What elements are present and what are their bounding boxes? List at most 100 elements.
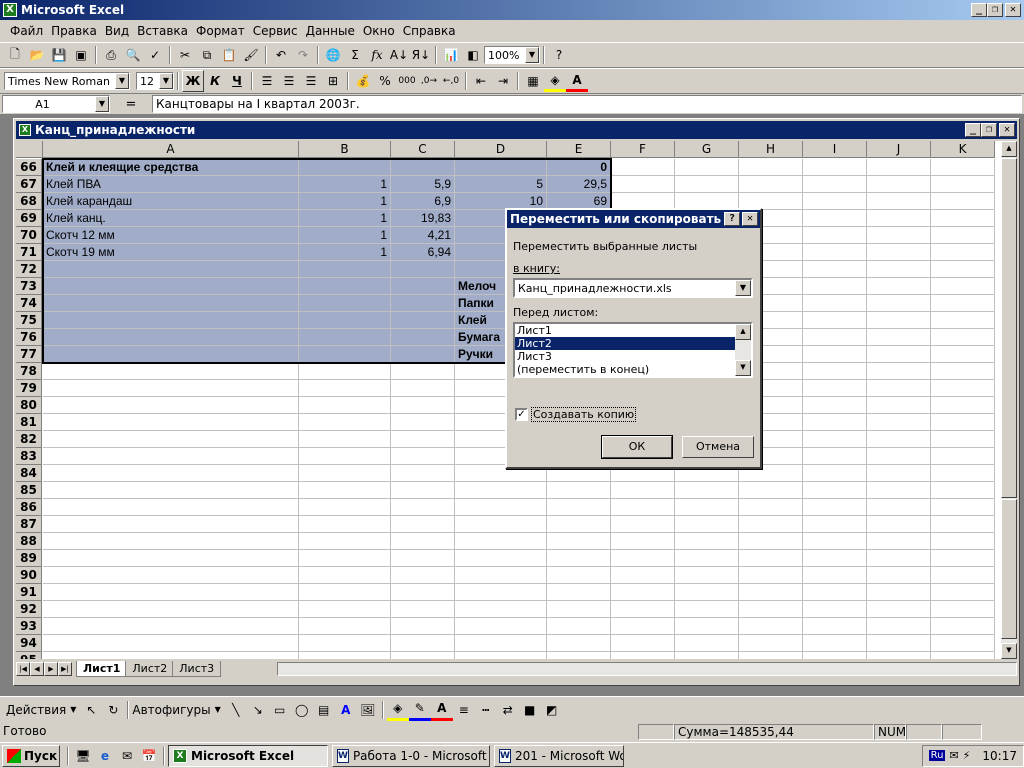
cell[interactable] (803, 567, 867, 584)
cell[interactable]: 5,9 (391, 176, 455, 193)
cell[interactable] (867, 584, 931, 601)
cell[interactable]: Клей и клеящие средства (43, 159, 299, 176)
chevron-down-icon[interactable]: ▼ (525, 47, 539, 63)
cell[interactable] (739, 159, 803, 176)
cut-icon[interactable]: ✂ (174, 44, 196, 66)
cell[interactable] (299, 295, 391, 312)
cell[interactable]: 6,94 (391, 244, 455, 261)
select-pointer-icon[interactable]: ↖ (80, 699, 102, 721)
ie-icon[interactable]: e (94, 745, 116, 767)
before-sheet-list[interactable]: Лист1 Лист2 Лист3 (переместить в конец) ▲ ▼ (513, 322, 753, 378)
cell[interactable] (803, 635, 867, 652)
task-word-1[interactable]: WРабота 1-0 - Microsoft Word (332, 744, 490, 767)
percent-button[interactable]: % (374, 70, 396, 92)
cell[interactable] (867, 482, 931, 499)
increase-decimal-icon[interactable]: ,0→ (418, 70, 440, 92)
column-header-D[interactable]: D (455, 141, 547, 158)
menu-item-1[interactable]: Правка (47, 24, 101, 38)
cell[interactable] (739, 516, 803, 533)
cell[interactable] (455, 618, 547, 635)
cell[interactable] (299, 448, 391, 465)
cell[interactable] (931, 363, 995, 380)
cell[interactable] (299, 431, 391, 448)
cell[interactable] (547, 533, 611, 550)
sheet-list-item[interactable]: Лист3 (515, 350, 735, 363)
cell[interactable] (867, 244, 931, 261)
first-sheet-icon[interactable]: |◀ (16, 662, 30, 676)
open-icon[interactable]: 📂 (26, 44, 48, 66)
arrow-style-icon[interactable]: ⇄ (497, 699, 519, 721)
row-header[interactable]: 76 (16, 329, 42, 346)
cell[interactable] (803, 227, 867, 244)
row-header[interactable]: 82 (16, 431, 42, 448)
underline-button[interactable]: Ч (226, 70, 248, 92)
cell[interactable] (739, 652, 803, 659)
cell[interactable] (931, 397, 995, 414)
cell[interactable] (43, 312, 299, 329)
cell[interactable] (43, 261, 299, 278)
column-header-E[interactable]: E (547, 141, 611, 158)
cell[interactable] (391, 397, 455, 414)
cell[interactable] (299, 261, 391, 278)
cell[interactable] (455, 499, 547, 516)
cell[interactable] (867, 414, 931, 431)
cell[interactable] (299, 278, 391, 295)
column-header-C[interactable]: C (391, 141, 455, 158)
undo-icon[interactable]: ↶ (270, 44, 292, 66)
cell[interactable] (391, 346, 455, 363)
cell[interactable] (931, 193, 995, 210)
cell[interactable] (739, 567, 803, 584)
cell[interactable]: Скотч 19 мм (43, 244, 299, 261)
cell[interactable] (931, 261, 995, 278)
cell[interactable]: 29,5 (547, 176, 611, 193)
cancel-button[interactable]: Отмена (682, 436, 754, 458)
dash-style-icon[interactable]: ┅ (475, 699, 497, 721)
cell[interactable] (739, 635, 803, 652)
task-excel[interactable]: X Microsoft Excel (168, 744, 328, 767)
list-scrollbar[interactable]: ▲ ▼ (735, 324, 751, 376)
cell[interactable] (611, 516, 675, 533)
cell[interactable] (739, 533, 803, 550)
cell[interactable] (299, 533, 391, 550)
cell[interactable] (43, 584, 299, 601)
menu-item-5[interactable]: Сервис (249, 24, 302, 38)
merge-center-icon[interactable]: ⊞ (322, 70, 344, 92)
vertical-scrollbar[interactable]: ▲ ▼ (1001, 141, 1017, 659)
formula-input[interactable]: Канцтовары на I квартал 2003г. (152, 95, 1022, 113)
cell[interactable] (43, 516, 299, 533)
hyperlink-icon[interactable]: 🌐 (322, 44, 344, 66)
name-box[interactable]: A1 ▼ (2, 95, 110, 113)
free-rotate-icon[interactable]: ↻ (102, 699, 124, 721)
cell[interactable] (547, 635, 611, 652)
select-all-corner[interactable] (16, 141, 43, 158)
last-sheet-icon[interactable]: ▶| (58, 662, 72, 676)
language-indicator[interactable]: Ru (928, 750, 946, 761)
column-header-F[interactable]: F (611, 141, 675, 158)
row-header[interactable]: 78 (16, 363, 42, 380)
cell[interactable] (43, 635, 299, 652)
cell[interactable] (931, 635, 995, 652)
cell[interactable] (803, 193, 867, 210)
cell[interactable] (803, 448, 867, 465)
cell[interactable] (391, 516, 455, 533)
cell[interactable] (867, 295, 931, 312)
cell[interactable] (391, 380, 455, 397)
cell[interactable] (675, 584, 739, 601)
row-header[interactable]: 77 (16, 346, 42, 363)
cell[interactable]: 0 (547, 159, 611, 176)
cell[interactable] (803, 363, 867, 380)
cell[interactable] (867, 176, 931, 193)
font-color-icon[interactable]: A (566, 70, 588, 92)
cell[interactable] (43, 618, 299, 635)
menu-item-4[interactable]: Формат (192, 24, 249, 38)
scroll-down-icon[interactable]: ▼ (1001, 643, 1017, 659)
row-header[interactable]: 85 (16, 482, 42, 499)
column-header-J[interactable]: J (867, 141, 931, 158)
cell[interactable] (675, 652, 739, 659)
cell[interactable] (299, 618, 391, 635)
function-icon[interactable]: fx (366, 44, 388, 66)
cell[interactable] (391, 431, 455, 448)
cell[interactable] (931, 176, 995, 193)
cell[interactable] (739, 618, 803, 635)
cell[interactable] (739, 176, 803, 193)
